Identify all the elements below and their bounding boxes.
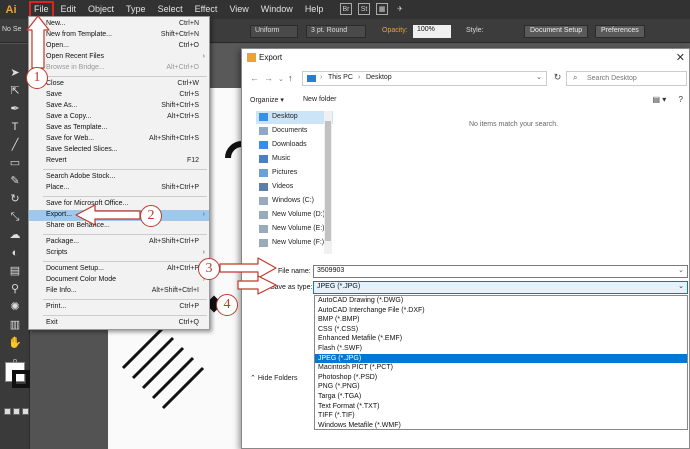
annotation-step-2: 2: [140, 205, 162, 227]
annotation-step-1: 1: [26, 67, 48, 89]
arrow-4-right: [237, 275, 277, 295]
arrow-1-up: [26, 15, 50, 69]
annotation-arrows: [26, 15, 277, 295]
annotation-step-4: 4: [216, 294, 238, 316]
annotation-step-3: 3: [198, 258, 220, 280]
arrow-3-right: [219, 257, 277, 279]
arrow-2-left: [75, 204, 141, 226]
